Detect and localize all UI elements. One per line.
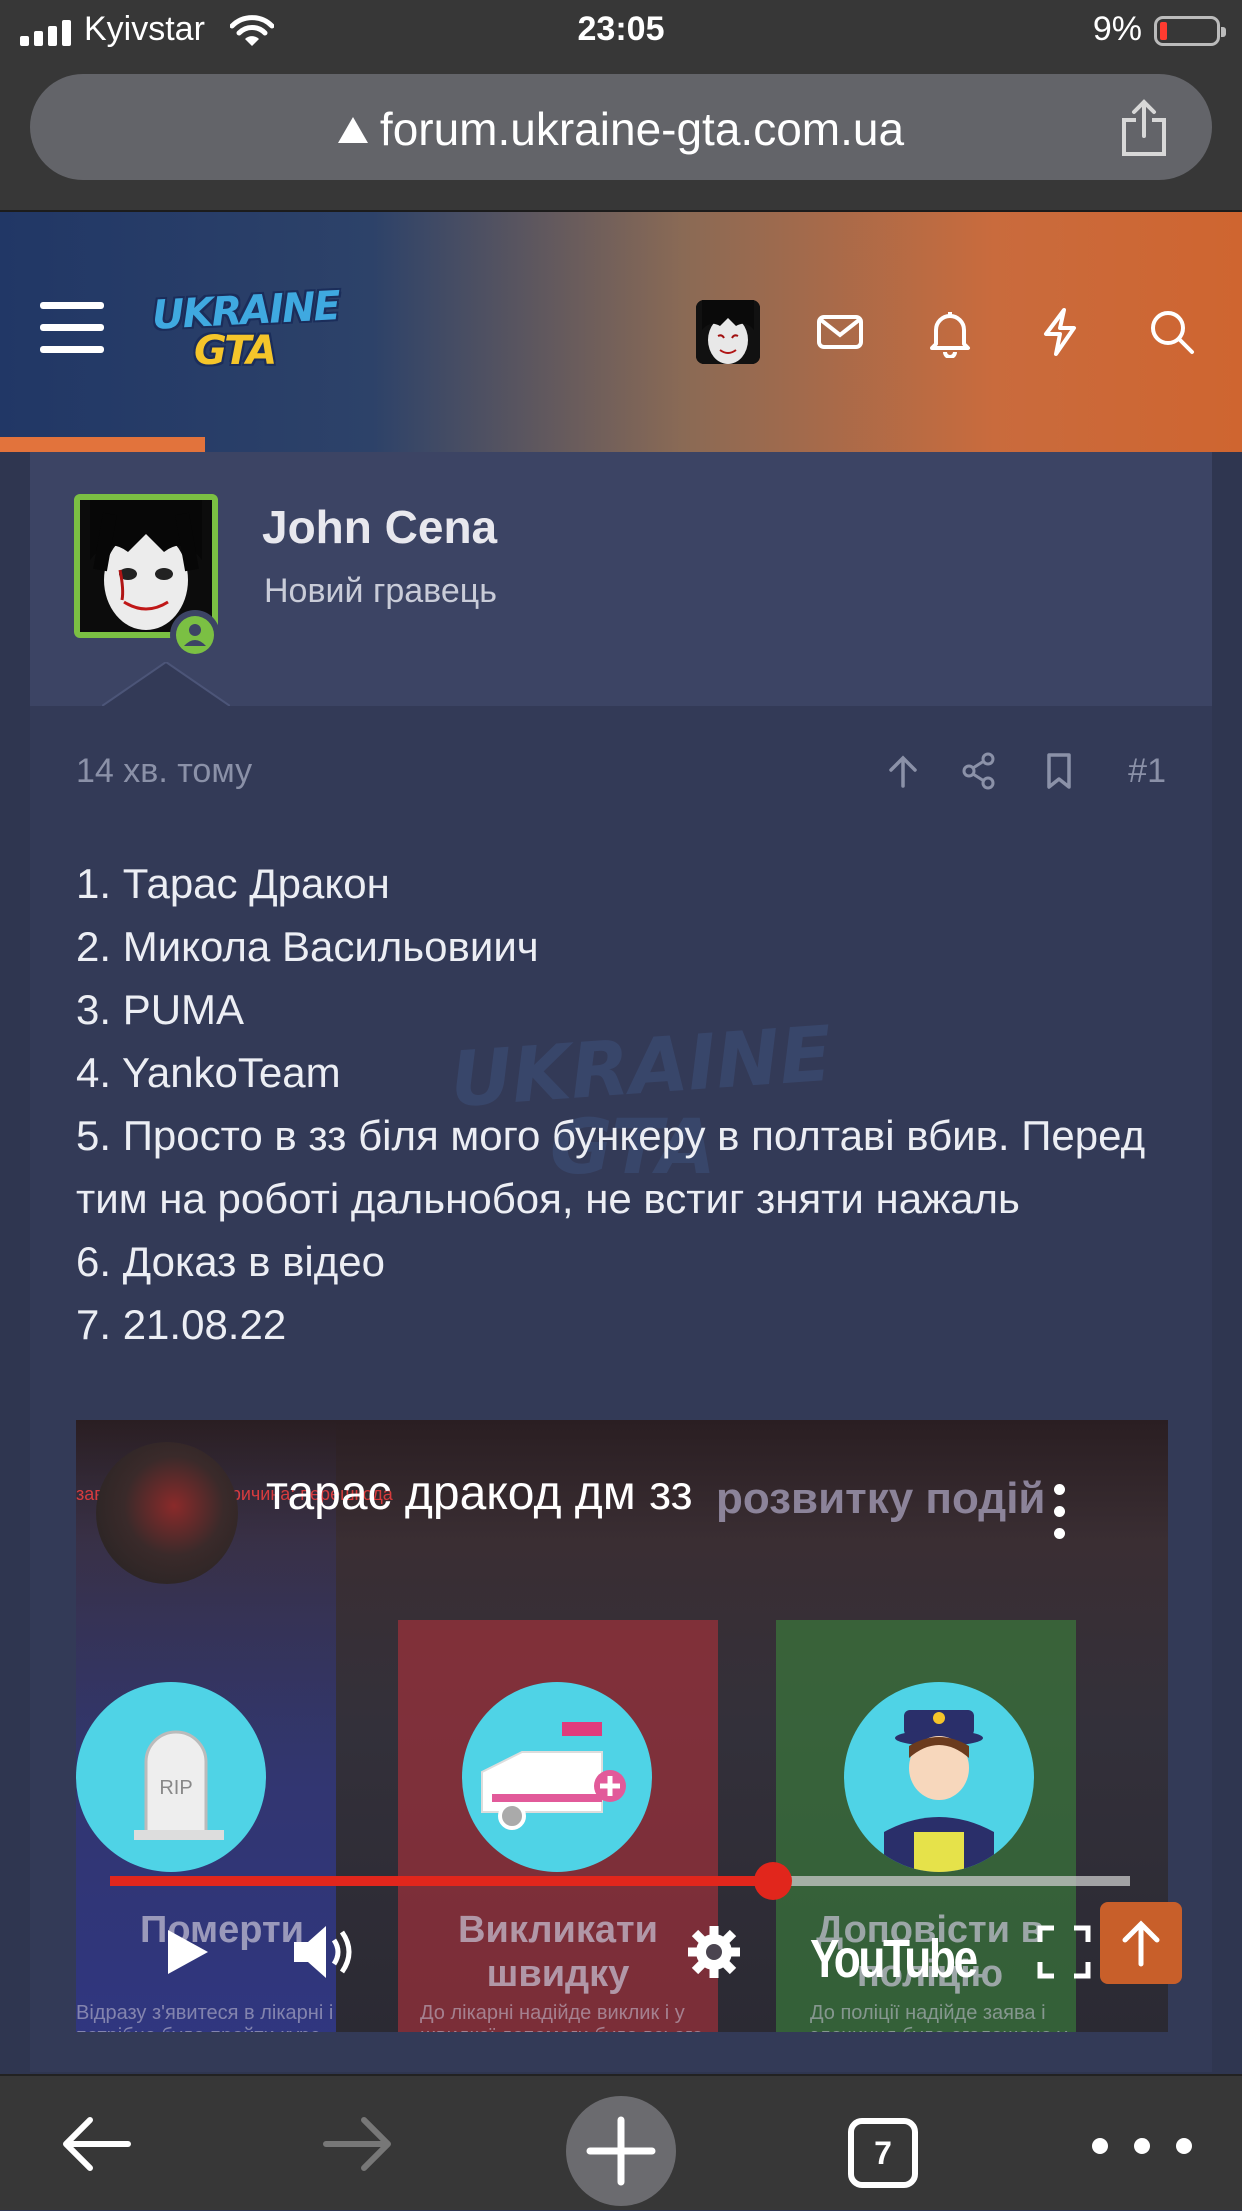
post-line: 7. 21.08.22 xyxy=(76,1301,287,1348)
menu-icon[interactable] xyxy=(40,302,104,354)
post-line: 2. Микола Васильовиич xyxy=(76,923,539,970)
forum-post: John Cena Новий гравець 14 хв. тому #1 U… xyxy=(30,452,1212,2072)
share-icon[interactable] xyxy=(1116,98,1172,158)
more-options-icon[interactable] xyxy=(1054,1484,1066,1540)
mail-icon[interactable] xyxy=(814,306,866,358)
battery-percent: 9% xyxy=(1092,10,1142,48)
post-line: 4. YankoTeam xyxy=(76,1049,341,1096)
post-time[interactable]: 14 хв. тому xyxy=(76,752,252,791)
post-number[interactable]: #1 xyxy=(1128,752,1166,791)
address-bar[interactable]: forum.ukraine-gta.com.ua xyxy=(30,74,1212,180)
svg-text:RIP: RIP xyxy=(159,1777,192,1799)
clock: 23:05 xyxy=(577,10,665,48)
youtube-logo[interactable]: YouTube xyxy=(810,1928,978,1990)
ambulance-icon xyxy=(462,1682,652,1872)
account-avatar[interactable] xyxy=(696,300,760,364)
video-scrubber-handle[interactable] xyxy=(754,1862,792,1900)
post-content: 1. Тарас Дракон 2. Микола Васильовиич 3.… xyxy=(76,852,1186,1356)
youtube-video-embed[interactable]: зав на 1 хвилин. Причина: перешкода розв… xyxy=(76,1420,1168,2032)
url-text: forum.ukraine-gta.com.ua xyxy=(379,103,905,155)
video-panel-text: До поліції надійде заява і злочинця буде… xyxy=(810,2002,1067,2032)
play-icon[interactable] xyxy=(156,1920,216,1984)
volume-icon[interactable] xyxy=(290,1920,360,1984)
video-panel-text: До лікарні надійде виклик і у швидкої до… xyxy=(420,2002,703,2032)
author-name[interactable]: John Cena xyxy=(262,500,497,554)
post-line: 5. Просто в зз біля мого бункеру в полта… xyxy=(76,1112,1157,1222)
fullscreen-icon[interactable] xyxy=(1034,1920,1094,1984)
back-icon[interactable] xyxy=(56,2100,136,2190)
site-logo[interactable]: UKRAINE GTA xyxy=(151,283,340,374)
post-author-block: John Cena Новий гравець xyxy=(30,452,1212,706)
plus-icon xyxy=(586,2116,656,2186)
search-icon[interactable] xyxy=(1146,306,1198,358)
post-line: 3. PUMA xyxy=(76,986,245,1033)
bell-icon[interactable] xyxy=(924,306,976,358)
upvote-arrow-icon[interactable] xyxy=(882,750,924,792)
new-tab-button[interactable] xyxy=(566,2096,676,2206)
more-menu-icon[interactable] xyxy=(1082,2100,1206,2190)
arrow-up-icon xyxy=(1122,1920,1160,1967)
browser-address-area: forum.ukraine-gta.com.ua xyxy=(0,62,1242,212)
status-bar: Kyivstar 23:05 9% xyxy=(0,0,1242,62)
browser-toolbar: 7 xyxy=(0,2074,1242,2210)
police-officer-icon xyxy=(844,1682,1034,1872)
post-line: 1. Тарас Дракон xyxy=(76,860,390,907)
post-line: 6. Доказ в відео xyxy=(76,1238,385,1285)
video-title[interactable]: тарас дракод дм зз xyxy=(266,1466,693,1521)
forward-icon[interactable] xyxy=(318,2100,398,2190)
video-bg-heading: розвитку подій xyxy=(716,1474,1046,1523)
online-status-badge xyxy=(170,610,220,660)
video-progress-fill xyxy=(110,1876,773,1886)
video-panel-text: Відразу з'явитеся в лікарні і потрібно б… xyxy=(76,2002,334,2032)
gravestone-icon: RIP xyxy=(76,1682,266,1872)
author-pointer-outline xyxy=(102,662,230,706)
video-panel-label: Викликати швидку xyxy=(458,1909,658,1995)
settings-gear-icon[interactable] xyxy=(682,1920,746,1984)
share-post-icon[interactable] xyxy=(958,750,1000,792)
lightning-icon[interactable] xyxy=(1034,306,1086,358)
author-title: Новий гравець xyxy=(264,572,497,610)
not-secure-warning-icon xyxy=(337,117,368,143)
scroll-to-top-button[interactable] xyxy=(1100,1902,1182,1984)
battery-icon xyxy=(1154,16,1226,46)
channel-avatar[interactable] xyxy=(96,1442,238,1584)
tab-switcher-button[interactable]: 7 xyxy=(848,2118,918,2188)
header-progress-strip xyxy=(0,437,205,452)
bookmark-icon[interactable] xyxy=(1038,750,1080,792)
forum-header: UKRAINE GTA xyxy=(0,212,1242,452)
